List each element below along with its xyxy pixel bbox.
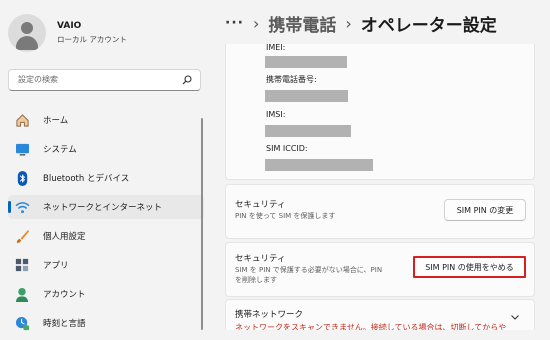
page-title: オペレーター設定 [360,15,497,36]
search-box[interactable] [8,69,201,91]
main-content: IMEI: 携帯電話番号: IMSI: SIM ICCID: セキュリティ PI… [225,44,550,330]
account-name: VAIO [57,21,82,31]
sidebar-item-label: Bluetooth とデバイス [43,174,130,184]
sidebar-item-label: 個人用設定 [43,232,86,242]
sidebar-item-label: アカウント [43,290,86,300]
network-warning: ネットワークをスキャンできません。接続している場合は、切断してからや [235,323,507,330]
redacted-value [265,125,351,137]
phone-number-label: 携帯電話番号: [266,75,317,84]
sidebar-item-personalization[interactable]: 個人用設定 [8,224,204,248]
time-language-icon [14,315,30,331]
imsi-label: IMSI: [266,110,286,119]
breadcrumb-more-button[interactable]: ··· [225,15,244,31]
sidebar-item-home[interactable]: ホーム [8,108,204,132]
sim-iccid-label: SIM ICCID: [266,144,308,153]
stop-using-sim-pin-button[interactable]: SIM PIN の使用をやめる [413,256,526,278]
avatar [8,14,46,52]
bluetooth-icon [14,170,30,186]
redacted-value [265,159,373,171]
sim-info-card: IMEI: 携帯電話番号: IMSI: SIM ICCID: [225,44,535,180]
chevron-down-icon[interactable] [509,311,521,323]
security-card-change-pin: セキュリティ PIN を使って SIM を保護します SIM PIN の変更 [225,184,535,239]
redacted-value [265,90,348,102]
sidebar-item-accounts[interactable]: アカウント [8,282,204,306]
security-description: PIN を使って SIM を保護します [235,212,336,220]
network-icon [14,199,30,215]
sidebar-item-bluetooth[interactable]: Bluetooth とデバイス [8,166,204,190]
sidebar-scrollbar[interactable] [201,118,203,330]
cellular-network-title: 携帯ネットワーク [235,310,304,320]
chevron-right-icon: › [252,13,260,33]
cellular-network-card[interactable]: 携帯ネットワーク ネットワークをスキャンできません。接続している場合は、切断して… [225,299,535,330]
change-sim-pin-label: SIM PIN の変更 [456,205,514,215]
search-input[interactable] [16,74,180,85]
sidebar-item-system[interactable]: システム [8,137,204,161]
home-icon [14,112,30,128]
sidebar-item-apps[interactable]: アプリ [8,253,204,277]
breadcrumb: ··· › 携帯電話 › オペレーター設定 [225,8,497,38]
security-description-line2: を削除します [235,276,277,284]
imei-label: IMEI: [266,44,286,52]
chevron-right-icon: › [345,13,352,33]
sidebar-item-label: 時刻と言語 [43,319,86,329]
stop-using-sim-pin-label: SIM PIN の使用をやめる [425,262,514,272]
sidebar-item-label: アプリ [43,261,69,271]
breadcrumb-parent[interactable]: 携帯電話 [268,11,336,36]
security-title: セキュリティ [235,254,286,264]
account-icon [14,286,30,302]
sidebar-item-network[interactable]: ネットワークとインターネット [8,195,204,219]
redacted-value [265,56,347,68]
security-card-remove-pin: セキュリティ SIM を PIN で保護する必要がない場合に、PIN を削除しま… [225,242,535,297]
security-title: セキュリティ [235,200,286,210]
brush-icon [14,228,30,244]
sidebar-item-label: ネットワークとインターネット [43,203,163,213]
account-type: ローカル アカウント [57,35,127,44]
security-description-line1: SIM を PIN で保護する必要がない場合に、PIN [235,266,383,274]
search-icon[interactable] [182,75,192,85]
sidebar-item-label: システム [43,145,77,155]
system-icon [14,141,30,157]
sidebar-item-time-language[interactable]: 時刻と言語 [8,311,204,335]
apps-icon [14,257,30,273]
change-sim-pin-button[interactable]: SIM PIN の変更 [444,199,526,221]
sidebar: VAIO ローカル アカウント ホーム システム Bluetooth [0,0,212,330]
account-header[interactable]: VAIO ローカル アカウント [8,10,127,56]
sidebar-item-label: ホーム [43,116,69,126]
nav-list: ホーム システム Bluetooth とデバイス ネットワークとインターネット … [8,108,204,340]
